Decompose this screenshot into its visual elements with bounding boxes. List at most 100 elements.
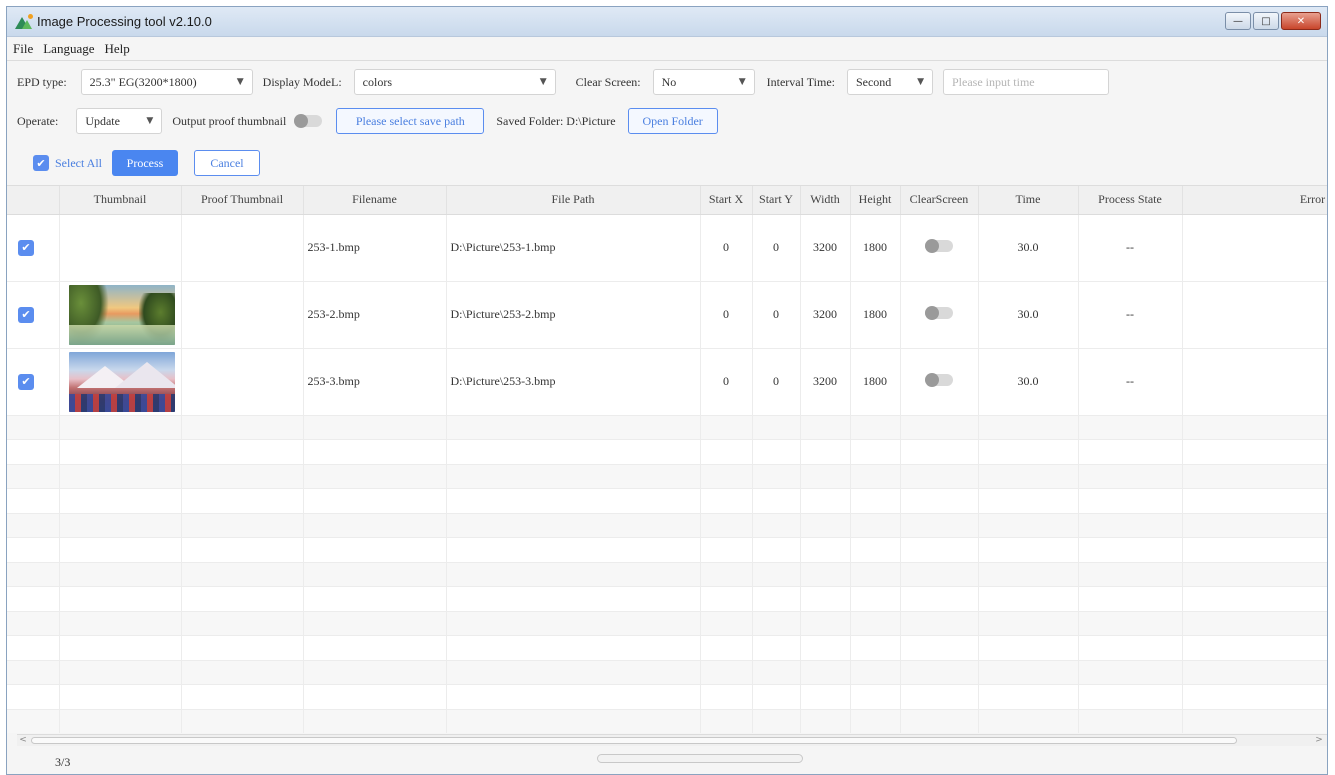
empty-cell [752, 488, 801, 514]
empty-cell [59, 562, 182, 587]
column-header-height[interactable]: Height [850, 186, 901, 215]
column-header-width[interactable]: Width [800, 186, 851, 215]
empty-cell [700, 464, 753, 489]
clear-screen-toggle[interactable] [925, 305, 953, 320]
column-header-process-state[interactable]: Process State [1078, 186, 1183, 215]
landscape-lake-thumbnail[interactable] [68, 284, 175, 345]
chevron-down-icon: ▼ [738, 77, 746, 87]
table-row[interactable]: ✔ 253-3.bmp D:\Picture\253-3.bmp 0 0 320… [7, 348, 1327, 416]
column-header-select[interactable] [7, 186, 60, 215]
empty-cell [700, 635, 753, 661]
empty-cell [752, 586, 801, 612]
epd-type-value: 25.3" EG(3200*1800) [89, 74, 197, 89]
empty-cell [181, 684, 304, 710]
row-checkbox[interactable]: ✔ [18, 239, 34, 256]
empty-cell [850, 562, 901, 587]
process-state-cell: -- [1078, 348, 1183, 416]
column-header-file-path[interactable]: File Path [446, 186, 701, 215]
file-path-cell: D:\Picture\253-3.bmp [446, 348, 701, 416]
empty-cell [1182, 488, 1327, 514]
interval-time-input[interactable]: Please input time [942, 69, 1109, 95]
menu-help[interactable]: Help [105, 41, 130, 57]
thumbnail-cell [59, 348, 182, 416]
column-header-time[interactable]: Time [978, 186, 1079, 215]
select-save-path-button[interactable]: Please select save path [336, 108, 485, 134]
empty-cell [1182, 709, 1327, 733]
empty-cell [1182, 439, 1327, 465]
empty-cell [1078, 684, 1183, 710]
empty-row [7, 684, 1327, 710]
clear-screen-select[interactable]: No ▼ [652, 69, 755, 95]
column-header-proof-thumbnail[interactable]: Proof Thumbnail [181, 186, 304, 215]
interval-unit-value: Second [855, 74, 892, 89]
thumbnail-cell [59, 214, 182, 282]
column-header-start-y[interactable]: Start Y [752, 186, 801, 215]
cancel-button[interactable]: Cancel [194, 150, 260, 176]
scroll-left-icon[interactable]: < [17, 735, 29, 746]
interval-unit-select[interactable]: Second ▼ [846, 69, 933, 95]
empty-row [7, 562, 1327, 587]
filename-cell: 253-3.bmp [303, 348, 447, 416]
empty-cell [181, 611, 304, 636]
snow-mountains-thumbnail[interactable] [68, 351, 175, 412]
table-row[interactable]: ✔ 253-1.bmp D:\Picture\253-1.bmp 0 0 320… [7, 214, 1327, 282]
menu-language[interactable]: Language [43, 41, 94, 57]
title-bar[interactable]: Image Processing tool v2.10.0 — □ ✕ [7, 7, 1327, 37]
clear-screen-toggle[interactable] [925, 372, 953, 387]
empty-cell [800, 611, 851, 636]
empty-cell [181, 586, 304, 612]
empty-cell [59, 586, 182, 612]
row-checkbox[interactable]: ✔ [18, 306, 34, 323]
empty-cell [978, 488, 1079, 514]
chevron-down-icon: ▼ [917, 77, 924, 87]
empty-cell [700, 709, 753, 733]
menu-bar: File Language Help [7, 37, 1327, 61]
height-cell: 1800 [850, 281, 901, 349]
open-folder-button[interactable]: Open Folder [627, 108, 718, 134]
empty-cell [900, 488, 979, 514]
row-checkbox[interactable]: ✔ [18, 373, 34, 390]
column-header-clear-screen[interactable]: ClearScreen [900, 186, 979, 215]
empty-cell [446, 464, 701, 489]
maximize-button[interactable]: □ [1253, 12, 1279, 30]
empty-cell [978, 415, 1079, 440]
empty-cell [800, 537, 851, 563]
empty-cell [900, 709, 979, 733]
menu-file[interactable]: File [13, 41, 33, 57]
empty-cell [700, 439, 753, 465]
empty-cell [752, 464, 801, 489]
empty-cell [978, 709, 1079, 733]
empty-cell [446, 586, 701, 612]
empty-cell [752, 684, 801, 710]
empty-cell [1182, 684, 1327, 710]
close-button[interactable]: ✕ [1281, 12, 1321, 30]
process-button[interactable]: Process [112, 150, 178, 176]
scrollbar-thumb[interactable] [31, 737, 1237, 744]
empty-cell [700, 415, 753, 440]
epd-type-select[interactable]: 25.3" EG(3200*1800) ▼ [80, 69, 253, 95]
table-row[interactable]: ✔ 253-2.bmp D:\Picture\253-2.bmp 0 0 320… [7, 281, 1327, 349]
empty-cell [446, 439, 701, 465]
empty-row [7, 537, 1327, 563]
empty-cell [850, 660, 901, 685]
output-proof-toggle[interactable] [294, 114, 323, 128]
saved-folder-label: Saved Folder: D:\Picture [496, 113, 616, 128]
empty-cell [303, 562, 447, 587]
empty-cell [700, 562, 753, 587]
empty-cell [446, 488, 701, 514]
scroll-right-icon[interactable]: > [1313, 735, 1325, 746]
column-header-thumbnail[interactable]: Thumbnail [59, 186, 182, 215]
chevron-down-icon: ▼ [146, 116, 154, 126]
column-header-start-x[interactable]: Start X [700, 186, 753, 215]
empty-cell [1182, 562, 1327, 587]
minimize-button[interactable]: — [1225, 12, 1251, 30]
clear-screen-toggle[interactable] [925, 238, 953, 253]
operate-select[interactable]: Update ▼ [76, 108, 163, 134]
error-msg-cell [1182, 348, 1327, 416]
select-all-checkbox[interactable]: ✔ [33, 155, 49, 171]
column-header-filename[interactable]: Filename [303, 186, 447, 215]
column-header-error-msg[interactable]: Error Msg [1182, 186, 1327, 215]
display-model-select[interactable]: colors ▼ [353, 69, 556, 95]
select-all-label[interactable]: Select All [55, 156, 102, 171]
horizontal-scrollbar[interactable]: < > [17, 734, 1327, 746]
